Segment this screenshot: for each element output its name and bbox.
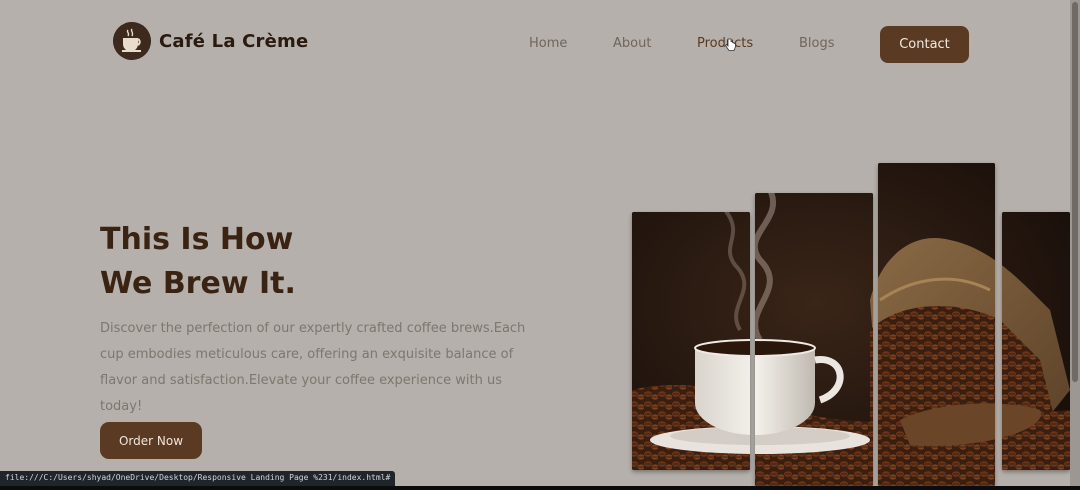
nav-item-blogs[interactable]: Blogs [799, 36, 835, 51]
contact-button[interactable]: Contact [880, 26, 969, 63]
navbar: Café La Crème Home About Products Blogs … [0, 0, 1080, 90]
nav-item-about[interactable]: About [613, 36, 651, 51]
hero-title-line2: We Brew It. [100, 266, 296, 301]
hand-cursor-icon [725, 38, 736, 51]
brand-name: Café La Crème [159, 30, 309, 52]
brand[interactable]: Café La Crème [113, 22, 308, 60]
coffee-cup-logo-icon [113, 22, 151, 60]
status-bar-url: file:///C:/Users/shyad/OneDrive/Desktop/… [0, 471, 396, 486]
hero-title: This Is How We Brew It. [100, 218, 296, 306]
bottom-edge [0, 486, 1080, 490]
nav-item-home[interactable]: Home [529, 36, 567, 51]
scrollbar-thumb[interactable] [1072, 2, 1078, 382]
hero-image-panel [632, 212, 750, 470]
hero-image-panel [755, 193, 873, 486]
order-now-button[interactable]: Order Now [100, 422, 202, 459]
hero-description: Discover the perfection of our expertly … [100, 321, 526, 414]
hero-image-panel [1002, 212, 1070, 470]
hero-title-line1: This Is How [100, 222, 294, 257]
hero-image-panel [878, 163, 995, 486]
